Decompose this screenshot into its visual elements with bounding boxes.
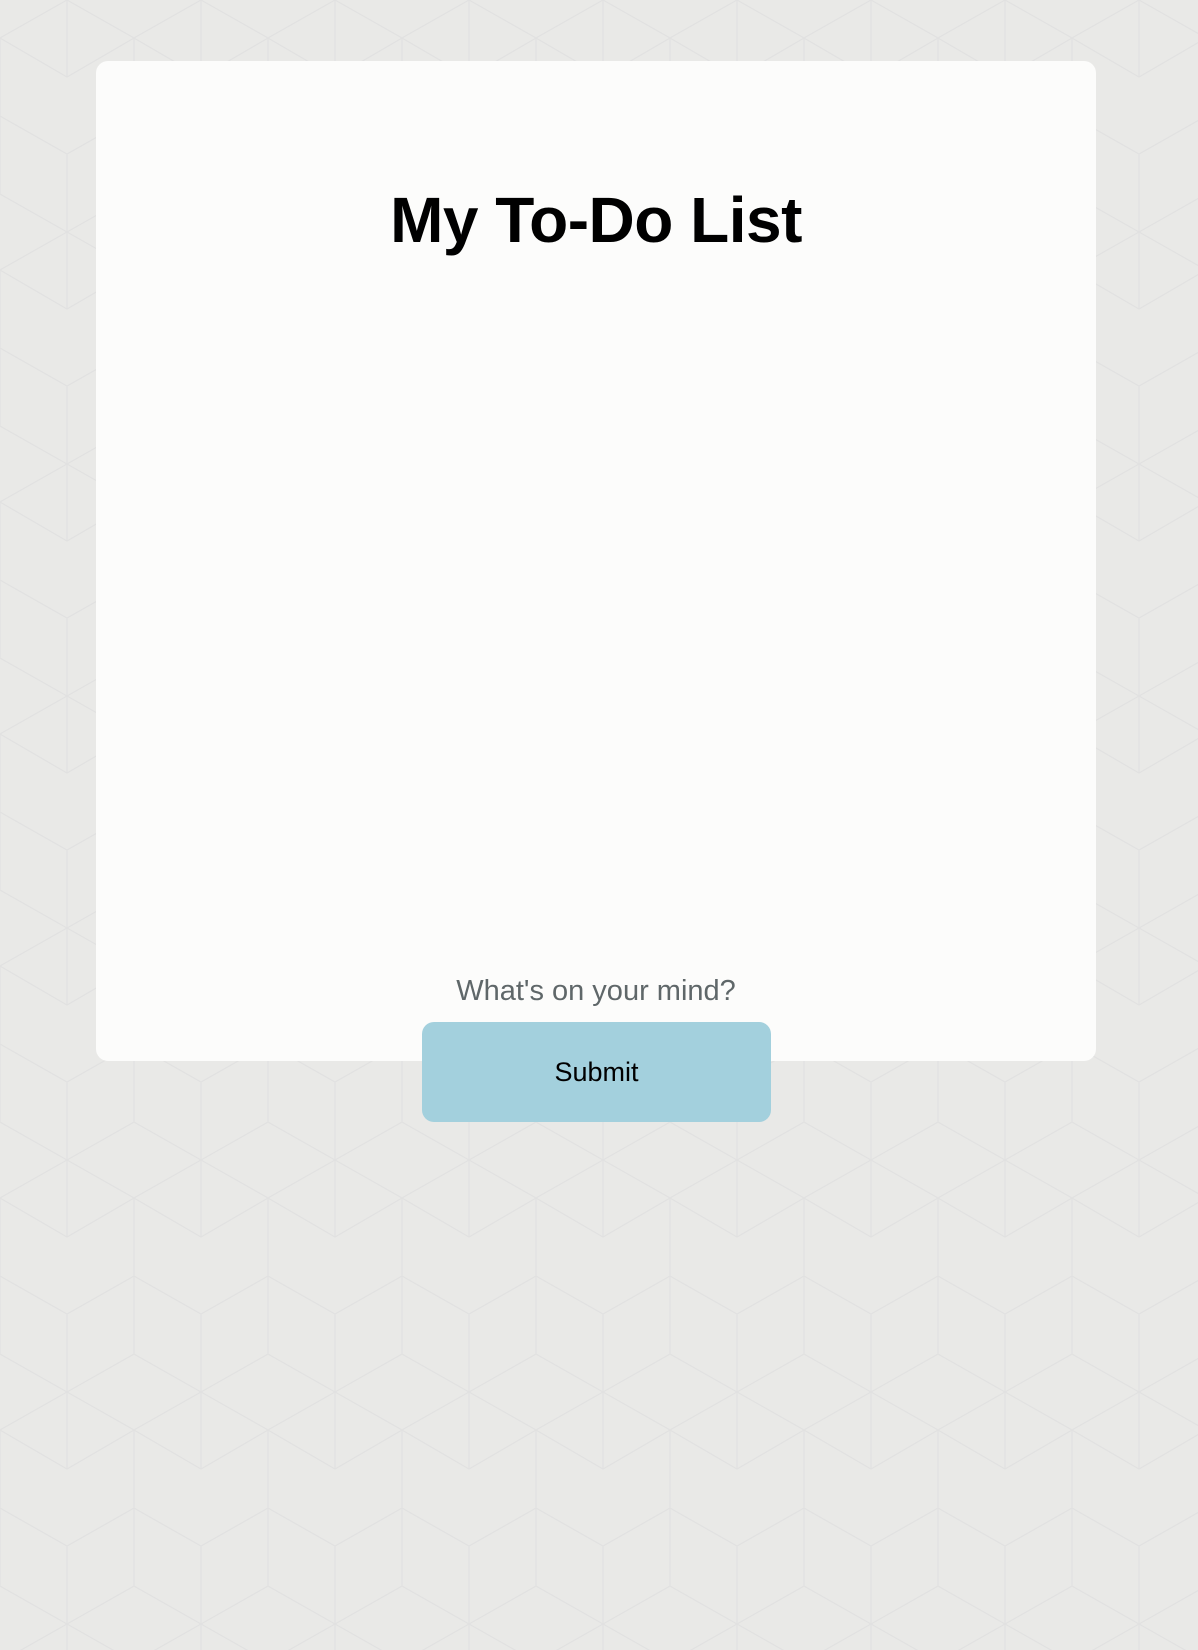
task-input[interactable] <box>346 966 846 1016</box>
todo-card: My To-Do List Submit <box>96 61 1096 1122</box>
submit-button[interactable]: Submit <box>422 1022 771 1122</box>
page-title: My To-Do List <box>390 184 802 256</box>
